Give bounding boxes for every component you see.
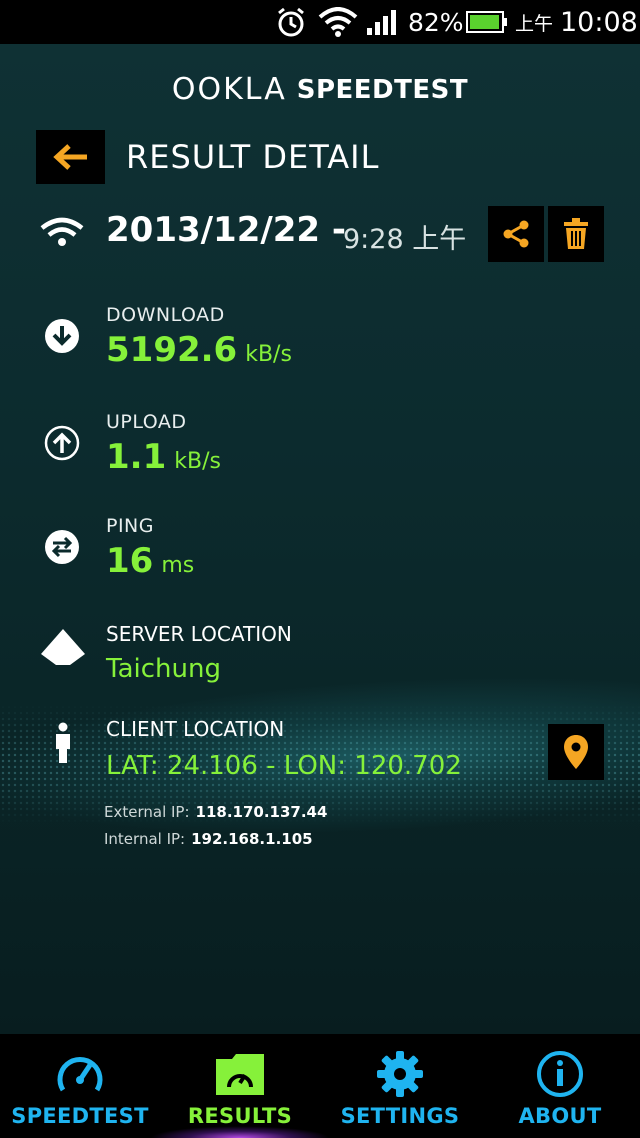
server-location-value: Taichung <box>106 654 221 684</box>
external-ip-label: External IP: <box>104 803 190 821</box>
battery-icon <box>466 0 508 44</box>
nav-results-label: RESULTS <box>187 1104 293 1128</box>
nav-active-indicator <box>150 1126 330 1138</box>
upload-number: 1.1 <box>106 437 167 477</box>
gear-icon <box>376 1050 424 1098</box>
ping-unit: ms <box>161 553 195 578</box>
result-date: 2013/12/22 - <box>106 210 347 250</box>
status-ampm: 上午 <box>515 12 554 35</box>
nav-about-label: ABOUT <box>518 1104 602 1128</box>
internal-ip-value: 192.168.1.105 <box>191 830 313 848</box>
speedometer-icon <box>55 1050 105 1098</box>
nav-speedtest[interactable]: SPEEDTEST <box>0 1034 160 1138</box>
info-icon <box>536 1050 584 1098</box>
ping-label: PING <box>106 515 154 537</box>
external-ip-value: 118.170.137.44 <box>195 803 328 821</box>
upload-icon <box>44 425 80 461</box>
share-icon <box>503 220 529 248</box>
battery-percent: 82% <box>408 7 464 37</box>
download-number: 5192.6 <box>106 330 238 370</box>
download-label: DOWNLOAD <box>106 304 225 326</box>
map-pin-icon <box>564 735 588 769</box>
ping-icon <box>44 529 80 565</box>
nav-settings-label: SETTINGS <box>340 1104 460 1128</box>
nav-settings[interactable]: SETTINGS <box>320 1034 480 1138</box>
delete-button[interactable] <box>548 206 604 262</box>
server-location-label: SERVER LOCATION <box>106 622 292 646</box>
upload-value: 1.1 kB/s <box>106 437 221 477</box>
page-title: RESULT DETAIL <box>126 138 380 176</box>
back-button[interactable] <box>36 130 105 184</box>
nav-results[interactable]: RESULTS <box>160 1034 320 1138</box>
download-unit: kB/s <box>245 342 292 367</box>
nav-speedtest-label: SPEEDTEST <box>11 1104 149 1128</box>
status-bar: 82% 上午 10:08 <box>0 0 640 44</box>
brand-logo: OOKLA SPEEDTEST <box>0 72 640 107</box>
result-time: 9:28 上午 <box>343 224 467 255</box>
internal-ip-label: Internal IP: <box>104 830 186 848</box>
download-value: 5192.6 kB/s <box>106 330 292 370</box>
server-icon <box>40 628 86 665</box>
signal-icon <box>366 0 400 44</box>
external-ip-row: External IP: 118.170.137.44 <box>104 803 327 821</box>
client-location-label: CLIENT LOCATION <box>106 717 285 741</box>
status-time: 10:08 <box>560 6 638 38</box>
internal-ip-row: Internal IP: 192.168.1.105 <box>104 830 313 848</box>
upload-unit: kB/s <box>174 449 221 474</box>
ping-number: 16 <box>106 541 154 581</box>
brand-ookla: OOKLA <box>171 72 287 107</box>
alarm-icon <box>274 0 308 44</box>
ping-value: 16 ms <box>106 541 194 581</box>
client-location-value: LAT: 24.106 - LON: 120.702 <box>106 751 462 781</box>
wifi-status-icon <box>318 0 358 44</box>
trash-icon <box>564 218 588 249</box>
download-icon <box>44 318 80 354</box>
map-pin-button[interactable] <box>548 724 604 780</box>
folder-gauge-icon <box>214 1050 266 1098</box>
brand-speedtest: SPEEDTEST <box>296 74 469 105</box>
upload-label: UPLOAD <box>106 411 187 433</box>
bottom-nav: SPEEDTEST RESULTS SETTINGS ABOUT <box>0 1034 640 1138</box>
share-button[interactable] <box>488 206 544 262</box>
background <box>0 44 640 1034</box>
person-icon <box>52 722 74 764</box>
wifi-icon <box>40 216 84 252</box>
nav-about[interactable]: ABOUT <box>480 1034 640 1138</box>
arrow-left-icon <box>52 144 87 170</box>
